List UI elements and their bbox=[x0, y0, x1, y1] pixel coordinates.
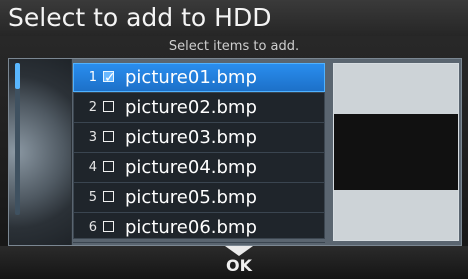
checkbox[interactable] bbox=[103, 101, 114, 112]
item-index: 2 bbox=[88, 100, 97, 115]
item-name: picture01.bmp bbox=[125, 67, 257, 88]
list-item[interactable]: 5 picture05.bmp bbox=[73, 183, 325, 213]
checkbox[interactable] bbox=[103, 221, 114, 232]
item-index: 4 bbox=[88, 160, 97, 175]
item-name: picture06.bmp bbox=[125, 217, 257, 238]
selection-panel: 1 picture01.bmp 2 picture02.bmp 3 pictur… bbox=[8, 58, 462, 246]
item-index: 5 bbox=[88, 190, 97, 205]
page-title: Select to add to HDD bbox=[0, 0, 468, 36]
file-list: 1 picture01.bmp 2 picture02.bmp 3 pictur… bbox=[73, 63, 325, 243]
item-name: picture02.bmp bbox=[125, 97, 257, 118]
checkbox[interactable] bbox=[103, 161, 114, 172]
screen: Select to add to HDD Select items to add… bbox=[0, 0, 468, 279]
ok-button[interactable]: OK bbox=[222, 256, 256, 276]
scrollbar-thumb[interactable] bbox=[15, 63, 20, 89]
instruction-text: Select items to add. bbox=[168, 39, 300, 54]
image-preview bbox=[334, 114, 458, 190]
scrollbar[interactable] bbox=[15, 63, 20, 215]
list-item[interactable]: 1 picture01.bmp bbox=[73, 63, 325, 93]
preview-pane bbox=[333, 63, 459, 241]
item-name: picture04.bmp bbox=[125, 157, 257, 178]
item-index: 3 bbox=[88, 130, 97, 145]
list-item[interactable]: 4 picture04.bmp bbox=[73, 153, 325, 183]
item-name: picture05.bmp bbox=[125, 187, 257, 208]
checkbox[interactable] bbox=[103, 131, 114, 142]
checkbox[interactable] bbox=[103, 64, 116, 93]
item-index: 6 bbox=[88, 220, 97, 235]
list-item[interactable]: 6 picture06.bmp bbox=[73, 213, 325, 243]
item-index: 1 bbox=[88, 70, 97, 85]
item-name: picture03.bmp bbox=[125, 127, 257, 148]
down-arrow-icon bbox=[225, 246, 253, 256]
list-item[interactable]: 2 picture02.bmp bbox=[73, 93, 325, 123]
list-item[interactable]: 3 picture03.bmp bbox=[73, 123, 325, 153]
checkbox[interactable] bbox=[103, 191, 114, 202]
